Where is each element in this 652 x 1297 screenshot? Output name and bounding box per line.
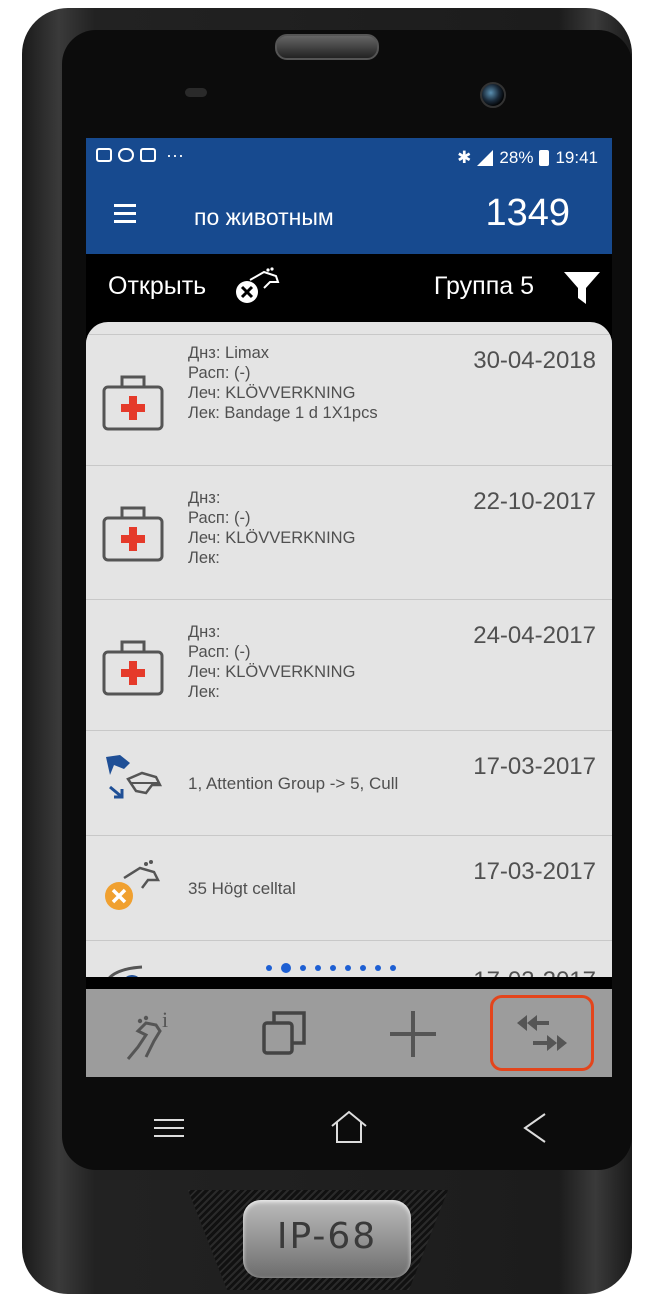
record-date: 17-03-2017 — [473, 858, 596, 885]
status-bar: ··· ✱ 28% 19:41 — [86, 138, 612, 178]
page-dot[interactable] — [360, 965, 366, 971]
diagnosis: Днз: Limax — [188, 344, 270, 362]
screen: ··· ✱ 28% 19:41 по животным 1349 Открыть… — [86, 138, 612, 1077]
signal-icon — [477, 150, 494, 166]
animal-number: 1349 — [485, 192, 570, 234]
svg-text:i: i — [162, 1007, 168, 1032]
medicine: Лек: Bandage 1 d 1X1pcs — [188, 404, 378, 422]
disposition: Расп: (-) — [188, 364, 251, 382]
page-dot[interactable] — [266, 965, 272, 971]
list-item[interactable]: Днз: Расп: (-) Леч: KLÖVVERKNING Лек: 22… — [86, 465, 612, 599]
switch-highlight — [490, 995, 594, 1071]
battery-icon — [539, 150, 550, 166]
page-dot[interactable] — [300, 965, 306, 971]
disposition: Расп: (-) — [188, 643, 251, 661]
list-item[interactable]: Днз: Расп: (-) Леч: KLÖVVERKNING Лек: 24… — [86, 599, 612, 730]
cow-close-icon[interactable] — [232, 266, 282, 306]
ip-rating-badge: IP-68 — [243, 1200, 411, 1278]
medical-kit-icon — [102, 375, 164, 431]
copy-icon[interactable] — [250, 999, 320, 1069]
proximity-sensor — [185, 88, 207, 97]
page-dot[interactable] — [330, 965, 336, 971]
record-date: 30-04-2018 — [473, 347, 596, 374]
record-text: 1, Attention Group -> 5, Cull — [188, 774, 399, 793]
page-indicator — [266, 963, 396, 973]
page-dot[interactable] — [345, 965, 351, 971]
record-details: Днз: Расп: (-) Леч: KLÖVVERKNING Лек: — [188, 488, 355, 568]
record-details: Днз: Limax Расп: (-) Леч: KLÖVVERKNING Л… — [188, 343, 378, 423]
clock: 19:41 — [555, 148, 598, 167]
ip-rating-text: IP-68 — [276, 1216, 378, 1257]
hamburger-menu-icon[interactable] — [114, 204, 136, 223]
page-dot[interactable] — [315, 965, 321, 971]
app-bar-title: по животным — [194, 204, 334, 230]
android-nav-bar — [86, 1078, 612, 1188]
cow-alert-icon — [105, 860, 161, 910]
treatment: Леч: KLÖVVERKNING — [188, 384, 356, 402]
back-icon[interactable] — [511, 1108, 561, 1148]
medical-kit-icon — [102, 640, 164, 696]
list-item[interactable]: 35 Högt celltal 17-03-2017 — [86, 835, 612, 940]
youtube-icon — [140, 148, 156, 162]
app-bar: по животным 1349 — [86, 178, 612, 254]
page-dot[interactable] — [375, 965, 381, 971]
notification-icons: ··· — [96, 145, 184, 165]
front-camera — [480, 82, 506, 108]
disposition: Расп: (-) — [188, 509, 251, 527]
bluetooth-icon: ✱ — [457, 148, 472, 167]
status-right: ✱ 28% 19:41 — [457, 148, 598, 168]
media-icon — [118, 148, 134, 162]
bottom-toolbar: i — [86, 989, 612, 1077]
treatment: Леч: KLÖVVERKNING — [188, 529, 356, 547]
group-move-icon — [106, 755, 163, 799]
medical-kit-icon — [102, 506, 164, 562]
partial-icon — [108, 965, 143, 977]
earpiece — [275, 34, 379, 60]
group-label: Группа 5 — [433, 272, 534, 300]
treatment: Леч: KLÖVVERKNING — [188, 663, 356, 681]
list-item[interactable]: Днз: Limax Расп: (-) Леч: KLÖVVERKNING Л… — [86, 334, 612, 465]
open-button[interactable]: Открыть — [108, 272, 206, 301]
filter-icon[interactable] — [562, 268, 602, 308]
record-date: 22-10-2017 — [473, 488, 596, 515]
list-item[interactable]: 1, Attention Group -> 5, Cull 17-03-2017 — [86, 730, 612, 835]
battery-percent: 28% — [499, 148, 534, 167]
page-dot[interactable] — [390, 965, 396, 971]
sub-bar: Открыть Группа 5 — [86, 254, 612, 322]
record-date: 17-03-2017 — [473, 753, 596, 780]
animal-info-icon[interactable]: i — [116, 999, 186, 1069]
record-list: Днз: Limax Расп: (-) Леч: KLÖVVERKNING Л… — [86, 322, 612, 977]
home-icon[interactable] — [324, 1108, 374, 1148]
record-date: 17-03-2017 — [473, 967, 596, 977]
add-icon[interactable] — [378, 999, 448, 1069]
medicine: Лек: — [188, 549, 220, 567]
record-details: Днз: Расп: (-) Леч: KLÖVVERKNING Лек: — [188, 622, 355, 702]
page-dot[interactable] — [281, 963, 291, 973]
diagnosis: Днз: — [188, 623, 221, 641]
diagnosis: Днз: — [188, 489, 221, 507]
record-text: 35 Högt celltal — [188, 879, 296, 898]
more-notifications-icon: ··· — [166, 145, 184, 165]
recent-apps-icon[interactable] — [146, 1108, 196, 1148]
record-date: 24-04-2017 — [473, 622, 596, 649]
medicine: Лек: — [188, 683, 220, 701]
gallery-icon — [96, 148, 112, 162]
